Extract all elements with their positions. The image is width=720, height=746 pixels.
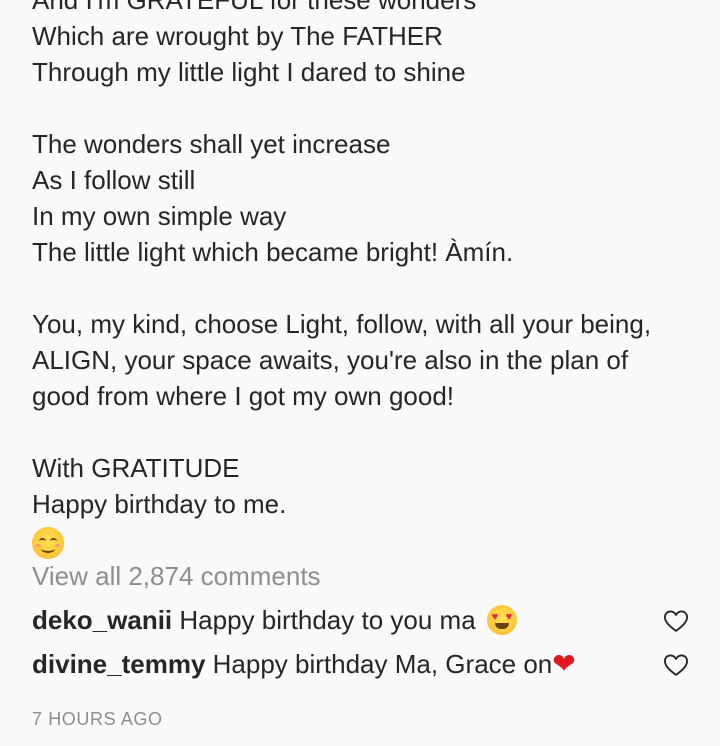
comment-row: divine_temmy Happy birthday Ma, Grace on… <box>32 646 688 682</box>
caption-line: The little light which became bright! Àm… <box>32 237 514 267</box>
red-heart-emoji-icon: ❤ <box>552 647 576 681</box>
heart-outline-icon[interactable] <box>662 607 690 635</box>
caption-paragraph: You, my kind, choose Light, follow, with… <box>32 309 652 411</box>
caption-paragraph-gap <box>32 270 672 306</box>
heart-outline-icon[interactable] <box>662 651 690 679</box>
view-all-comments-link[interactable]: View all 2,874 comments <box>32 558 321 594</box>
comment-username[interactable]: divine_temmy <box>32 649 205 679</box>
comment-text: Happy birthday to you ma <box>179 605 476 635</box>
comment-username[interactable]: deko_wanii <box>32 605 172 635</box>
post-timestamp: 7 HOURS AGO <box>32 709 163 729</box>
caption-line: The wonders shall yet increase <box>32 129 391 159</box>
caption-line: And I'm GRATEFUL for these wonders <box>32 0 477 15</box>
caption-line: Which are wrought by The FATHER <box>32 21 443 51</box>
caption-line: Through my little light I dared to shine <box>32 57 466 87</box>
heart-eyes-emoji-icon: ♥ ♥ <box>486 605 517 636</box>
caption-line: As I follow still <box>32 165 196 195</box>
caption-line: With GRATITUDE <box>32 453 240 483</box>
smiling-face-emoji-icon <box>32 527 64 560</box>
caption-paragraph-gap <box>32 90 672 126</box>
caption-line: In my own simple way <box>32 201 287 231</box>
comment-text: Happy birthday Ma, Grace on <box>212 649 553 679</box>
post-caption: And I'm GRATEFUL for these wonders Which… <box>32 0 672 560</box>
comment-row: deko_wanii Happy birthday to you ma ♥ ♥ <box>32 602 688 638</box>
caption-paragraph-gap <box>32 414 672 450</box>
caption-line: Happy birthday to me. <box>32 489 287 519</box>
caption-emoji-line <box>32 522 672 560</box>
